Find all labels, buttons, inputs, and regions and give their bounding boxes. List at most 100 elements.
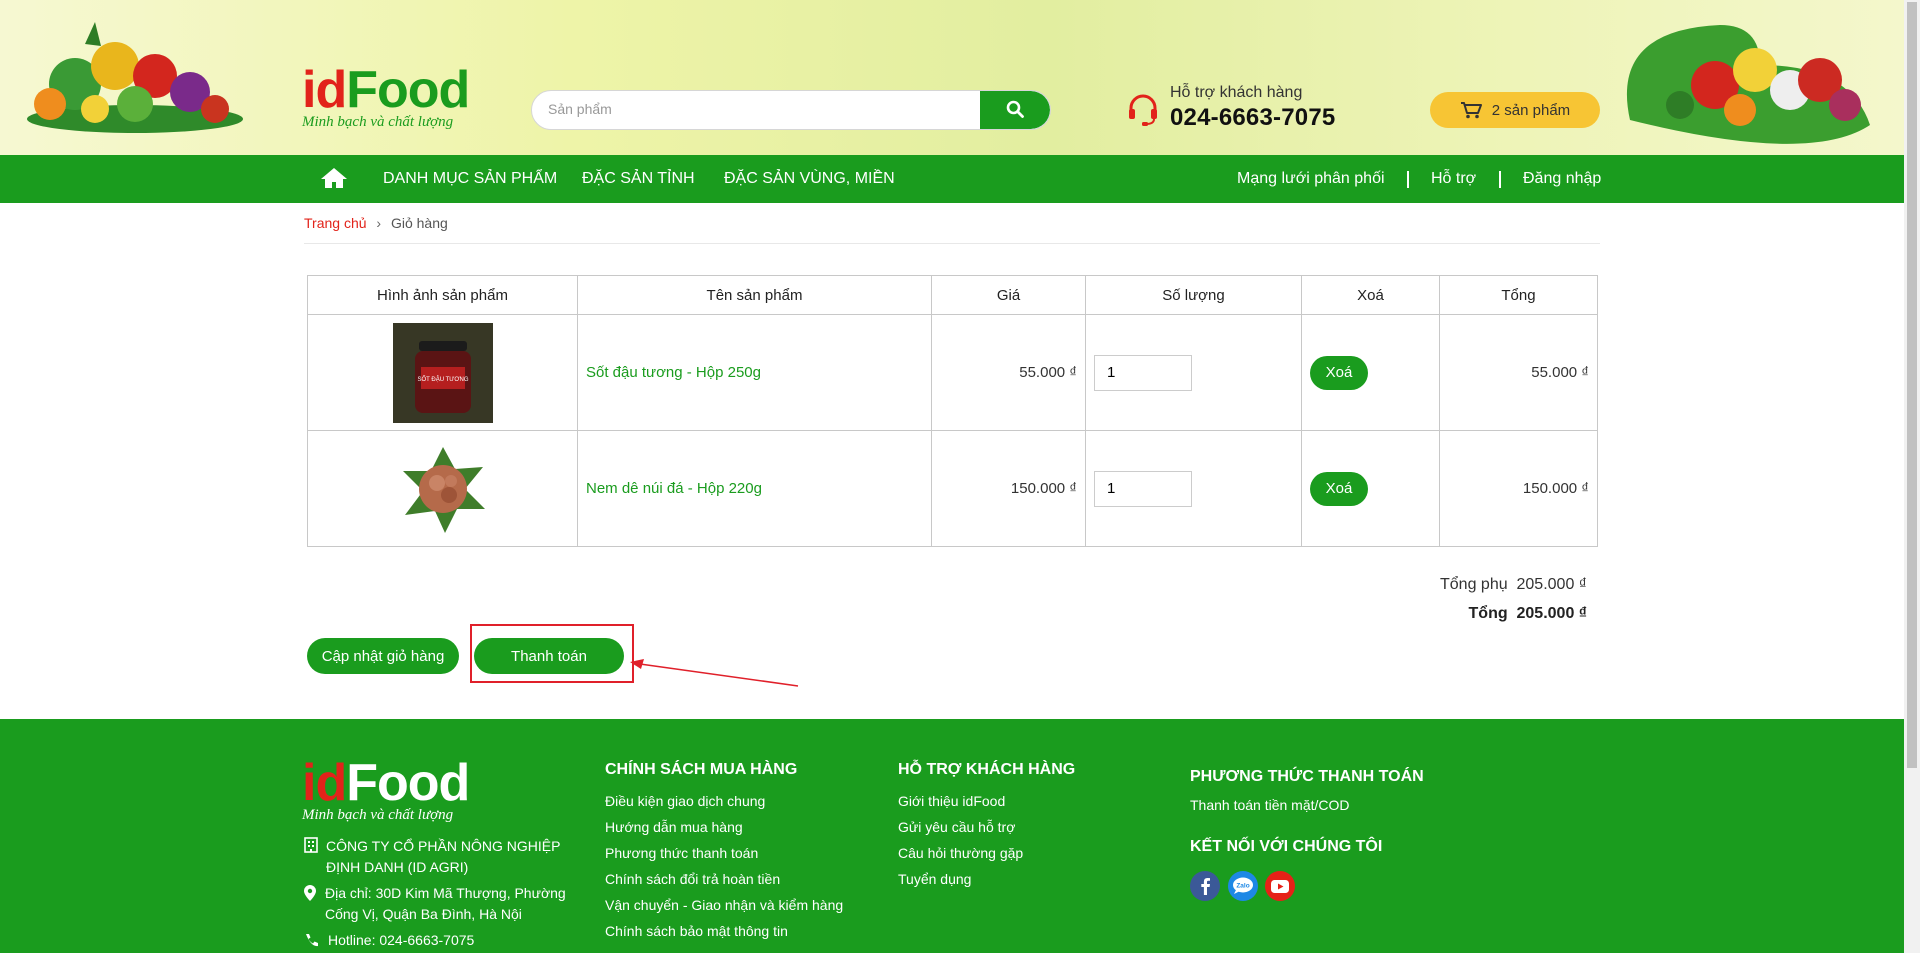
product-image-label: SỐT ĐẬU TƯƠNG [417,376,468,383]
footer-link-payment-methods[interactable]: Phương thức thanh toán [605,845,758,861]
nav-separator [1499,171,1501,188]
total-cell: 150.000 ₫ [1439,430,1598,547]
delete-button[interactable]: Xoá [1310,355,1368,390]
grand-total-value: 205.000 ₫ [1516,605,1588,622]
product-image-goat-meat[interactable] [392,438,493,539]
footer-purchase-policy-title: CHÍNH SÁCH MUA HÀNG [605,761,798,778]
search-bar [531,90,1051,130]
nav-separator [1407,171,1409,188]
table-header-row: Hình ảnh sản phẩm Tên sản phẩm Giá Số lư… [307,275,1598,315]
cart-count-label: 2 sản phẩm [1491,101,1571,119]
header-total: Tổng [1439,275,1598,315]
footer-logo[interactable]: idFood Minh bạch và chất lượng [302,754,470,824]
footer-logo-id-text: id [302,754,347,812]
zalo-icon: Zalo [1233,877,1253,894]
breadcrumb-divider [304,243,1600,244]
cart-button[interactable]: 2 sản phẩm [1430,92,1600,128]
footer-link-privacy[interactable]: Chính sách bảo mật thông tin [605,923,788,939]
cart-table: Hình ảnh sản phẩm Tên sản phẩm Giá Số lư… [307,275,1598,547]
nav-item-province-specialties[interactable]: ĐẶC SẢN TỈNH [582,155,695,203]
header-product-image: Hình ảnh sản phẩm [307,275,578,315]
vegetables-illustration-left [27,22,243,133]
delete-cell: Xoá [1301,430,1440,547]
nav-item-distribution-network[interactable]: Mạng lưới phân phối [1237,155,1385,203]
delete-button[interactable]: Xoá [1310,471,1368,506]
facebook-icon [1201,878,1210,895]
youtube-button[interactable] [1265,871,1295,901]
header-product-name: Tên sản phẩm [577,275,932,315]
footer-logo-slogan: Minh bạch và chất lượng [302,807,454,823]
location-pin-icon [304,885,316,901]
headset-icon [1129,94,1157,126]
quantity-input[interactable] [1094,470,1192,507]
facebook-button[interactable] [1190,871,1220,901]
product-name-cell: Nem dê núi đá - Hộp 220g [577,430,932,547]
support-phone[interactable]: 024-6663-7075 [1170,104,1335,132]
home-icon[interactable] [320,166,348,190]
search-icon [1006,100,1024,118]
zalo-button[interactable]: Zalo [1228,871,1258,901]
breadcrumb: Trang chủ › Giỏ hàng [304,213,448,233]
grand-total-label: Tổng [1468,605,1508,622]
cart-icon [1460,102,1482,119]
footer-link-careers[interactable]: Tuyển dụng [898,871,971,887]
product-name-cell: Sốt đậu tương - Hộp 250g [577,314,932,431]
product-name-link[interactable]: Sốt đậu tương - Hộp 250g [578,364,761,381]
footer-hotline[interactable]: Hotline: 024-6663-7075 [328,932,474,948]
breadcrumb-home-link[interactable]: Trang chủ [304,215,367,231]
footer-link-return-policy[interactable]: Chính sách đổi trả hoàn tiền [605,871,780,887]
footer-connect-title: KẾT NỐI VỚI CHÚNG TÔI [1190,838,1383,855]
building-icon [304,837,318,853]
site-logo[interactable]: idFood Minh bạch và chất lượng [302,61,470,131]
logo-food-text: Food [346,61,470,119]
footer-address: Địa chỉ: 30D Kim Mã Thượng, Phường Cống … [325,885,566,922]
grand-total: Tổng 205.000 ₫ [1469,605,1587,623]
delete-cell: Xoá [1301,314,1440,431]
search-input[interactable] [532,91,994,127]
vegetables-illustration-right [1626,25,1870,144]
subtotal-value: 205.000 ₫ [1516,576,1588,593]
search-button[interactable] [980,91,1050,129]
nav-item-login[interactable]: Đăng nhập [1523,155,1601,203]
update-cart-button[interactable]: Cập nhật giỏ hàng [307,638,459,674]
total-value: 55.000 ₫ [1531,364,1589,381]
product-name-link[interactable]: Nem dê núi đá - Hộp 220g [578,480,762,497]
quantity-input[interactable] [1094,354,1192,391]
total-cell: 55.000 ₫ [1439,314,1598,431]
footer-link-shopping-guide[interactable]: Hướng dẫn mua hàng [605,819,743,835]
footer-link-general-terms[interactable]: Điều kiện giao dịch chung [605,793,765,809]
annotation-highlight-box [470,624,634,683]
scrollbar-thumb[interactable] [1907,2,1917,768]
subtotal: Tổng phụ 205.000 ₫ [1440,576,1587,594]
header-delete: Xoá [1301,275,1440,315]
nav-item-support[interactable]: Hỗ trợ [1431,155,1476,203]
footer-link-about[interactable]: Giới thiệu idFood [898,793,1005,809]
nav-item-regional-specialties[interactable]: ĐẶC SẢN VÙNG, MIỀN [724,155,895,203]
phone-icon [306,934,318,947]
footer-link-shipping[interactable]: Vận chuyển - Giao nhận và kiểm hàng [605,897,843,913]
site-footer: idFood Minh bạch và chất lượng CÔNG TY C… [0,719,1904,953]
product-image-soy-sauce[interactable]: SỐT ĐẬU TƯƠNG [392,322,493,423]
footer-customer-support-title: HỖ TRỢ KHÁCH HÀNG [898,761,1076,778]
breadcrumb-current: Giỏ hàng [390,215,448,231]
price-value: 55.000 ₫ [1019,364,1077,381]
table-row: Nem dê núi đá - Hộp 220g 150.000 ₫ Xoá 1… [307,430,1598,547]
quantity-cell [1085,430,1302,547]
price-cell: 150.000 ₫ [931,430,1086,547]
subtotal-label: Tổng phụ [1440,576,1508,593]
annotation-arrow [630,659,799,687]
footer-logo-food-text: Food [346,754,470,812]
header-price: Giá [931,275,1086,315]
footer-payment-title: PHƯƠNG THỨC THANH TOÁN [1190,768,1424,785]
page-scrollbar[interactable] [1904,0,1920,953]
header-quantity: Số lượng [1085,275,1302,315]
main-nav: DANH MỤC SẢN PHẨM ĐẶC SẢN TỈNH ĐẶC SẢN V… [0,155,1904,203]
nav-item-categories[interactable]: DANH MỤC SẢN PHẨM [383,155,557,203]
footer-link-support-request[interactable]: Gửi yêu cầu hỗ trợ [898,819,1015,835]
logo-id-text: id [302,61,347,119]
total-value: 150.000 ₫ [1522,480,1589,497]
product-image-cell: SỐT ĐẬU TƯƠNG [307,314,578,431]
zalo-label: Zalo [1236,883,1249,890]
chevron-right-icon: › [376,215,382,231]
footer-link-faq[interactable]: Câu hỏi thường gặp [898,845,1023,861]
